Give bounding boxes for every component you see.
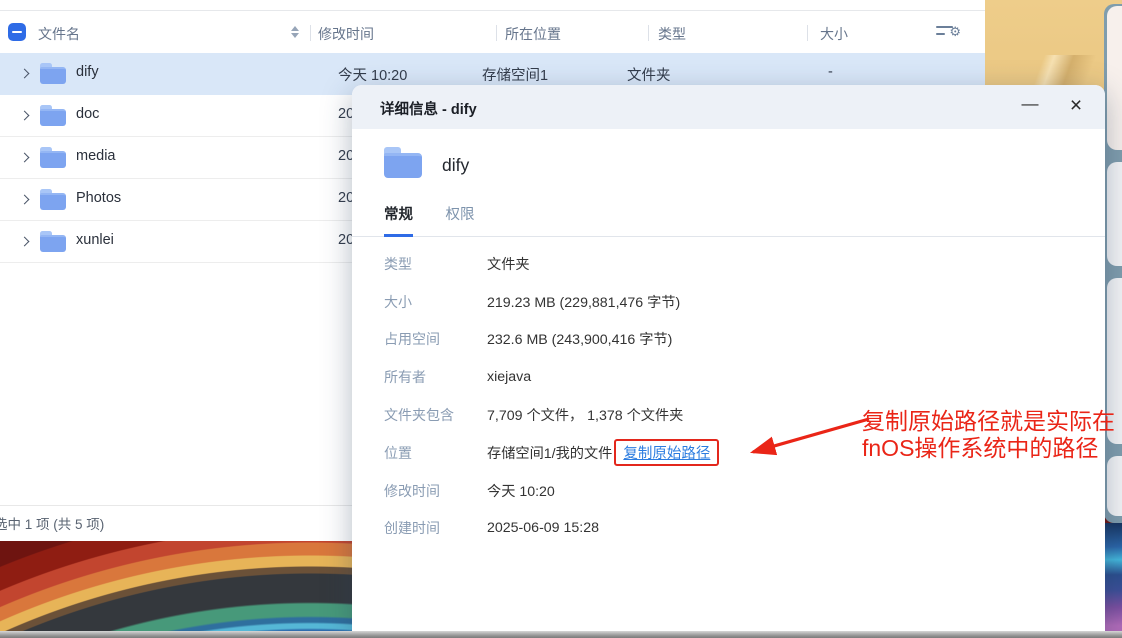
taskbar-edge[interactable] <box>0 631 1122 638</box>
file-name: doc <box>76 106 99 122</box>
annotation-red-box: 复制原始路径 <box>614 439 719 466</box>
folder-icon <box>40 105 66 126</box>
field-label: 大小 <box>384 292 487 312</box>
field-value: 219.23 MB (229,881,476 字节) <box>487 292 680 312</box>
annotation-arrow-icon <box>737 403 877 463</box>
gear-icon: ⚙ <box>949 25 961 38</box>
field-size: 大小 219.23 MB (229,881,476 字节) <box>352 283 1105 321</box>
wallpaper-bottom-right <box>1104 523 1122 631</box>
column-divider <box>496 25 497 41</box>
column-divider <box>807 25 808 41</box>
column-header-size[interactable]: 大小 <box>820 24 848 44</box>
folder-icon <box>40 147 66 168</box>
tab-general[interactable]: 常规 <box>384 197 413 237</box>
field-label: 位置 <box>384 443 487 463</box>
file-name: Photos <box>76 190 121 206</box>
field-label: 文件夹包含 <box>384 405 487 425</box>
chevron-right-icon[interactable] <box>20 195 30 205</box>
folder-icon <box>40 63 66 84</box>
column-divider <box>310 25 311 41</box>
right-card <box>1107 162 1122 266</box>
column-header-location[interactable]: 所在位置 <box>505 24 561 44</box>
field-label: 所有者 <box>384 367 487 387</box>
chevron-right-icon[interactable] <box>20 69 30 79</box>
field-label: 类型 <box>384 254 487 274</box>
field-created-time: 创建时间 2025-06-09 15:28 <box>352 510 1105 548</box>
file-name: media <box>76 148 116 164</box>
annotation-line2: fnOS操作系统中的路径 <box>862 435 1115 462</box>
file-type: 文件夹 <box>627 64 671 85</box>
field-label: 占用空间 <box>384 329 487 349</box>
detail-fields: 类型 文件夹 大小 219.23 MB (229,881,476 字节) 占用空… <box>352 245 1105 547</box>
field-value: 2025-06-09 15:28 <box>487 520 599 536</box>
details-dialog: 详细信息 - dify — × dify 常规 权限 类型 文件夹 大小 219… <box>352 85 1105 632</box>
field-value: 7,709 个文件， 1,378 个文件夹 <box>487 405 683 425</box>
tab-permissions[interactable]: 权限 <box>445 197 474 237</box>
annotation-text: 复制原始路径就是实际在 fnOS操作系统中的路径 <box>862 408 1115 462</box>
field-modified-time: 修改时间 今天 10:20 <box>352 472 1105 510</box>
column-header-modified[interactable]: 修改时间 <box>318 24 374 44</box>
file-name: dify <box>76 64 99 80</box>
dialog-title: 详细信息 - dify <box>380 98 477 119</box>
field-value: 文件夹 <box>487 254 530 274</box>
field-label: 创建时间 <box>384 518 487 538</box>
folder-icon <box>384 147 422 178</box>
indeterminate-minus-icon <box>12 31 22 33</box>
folder-icon <box>40 189 66 210</box>
folder-icon <box>40 231 66 252</box>
dialog-titlebar[interactable]: 详细信息 - dify — × <box>352 85 1105 129</box>
close-icon[interactable]: × <box>1063 93 1089 119</box>
field-value: xiejava <box>487 369 531 385</box>
file-modified: 今天 10:20 <box>338 64 407 85</box>
file-name: xunlei <box>76 232 114 248</box>
field-owner: 所有者 xiejava <box>352 358 1105 396</box>
column-settings-icon[interactable]: ⚙ <box>936 22 960 44</box>
field-space-used: 占用空间 232.6 MB (243,900,416 字节) <box>352 321 1105 359</box>
field-value: 今天 10:20 <box>487 481 555 501</box>
column-divider <box>648 25 649 41</box>
select-all-checkbox[interactable] <box>8 23 26 41</box>
selection-status: 选中 1 项 (共 5 项) <box>0 513 104 533</box>
column-header-type[interactable]: 类型 <box>658 24 686 44</box>
chevron-right-icon[interactable] <box>20 237 30 247</box>
field-value: 232.6 MB (243,900,416 字节) <box>487 329 672 349</box>
item-name: dify <box>442 155 469 176</box>
copy-original-path-link[interactable]: 复制原始路径 <box>623 442 710 463</box>
minimize-icon[interactable]: — <box>1017 93 1043 119</box>
chevron-right-icon[interactable] <box>20 153 30 163</box>
chevron-right-icon[interactable] <box>20 111 30 121</box>
panel-top-divider <box>0 10 985 11</box>
right-card <box>1107 456 1122 516</box>
file-size: - <box>828 64 833 80</box>
annotation-line1: 复制原始路径就是实际在 <box>862 408 1115 435</box>
field-type: 类型 文件夹 <box>352 245 1105 283</box>
right-card <box>1107 6 1122 150</box>
file-location: 存储空间1 <box>482 64 548 85</box>
field-label: 修改时间 <box>384 481 487 501</box>
column-header-name[interactable]: 文件名 <box>38 24 80 44</box>
sort-icon[interactable] <box>291 26 299 38</box>
field-value: 存储空间1/我的文件 <box>487 443 612 463</box>
dialog-tabs: 常规 权限 <box>352 197 1105 237</box>
wallpaper-fold <box>985 55 1122 87</box>
